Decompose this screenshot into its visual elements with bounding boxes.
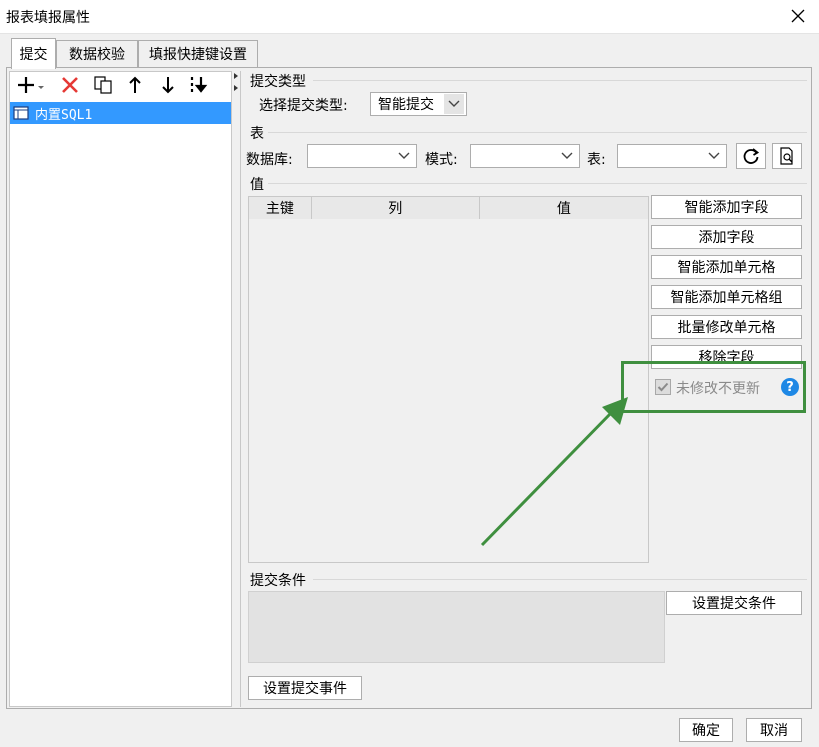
chevron-down-icon xyxy=(557,146,577,166)
condition-group-label: 提交条件 xyxy=(250,573,306,589)
chevron-down-icon xyxy=(444,94,464,114)
refresh-icon xyxy=(742,147,760,165)
move-down-icon[interactable] xyxy=(157,74,179,96)
group-separator xyxy=(313,80,807,81)
database-select[interactable] xyxy=(307,144,417,168)
column-header-primary-key[interactable]: 主键 xyxy=(249,197,312,219)
move-up-icon[interactable] xyxy=(124,74,146,96)
set-event-button[interactable]: 设置提交事件 xyxy=(248,676,362,700)
field-table-header: 主键 列 值 xyxy=(248,196,649,220)
refresh-button[interactable] xyxy=(736,143,766,169)
chevron-down-icon xyxy=(704,146,724,166)
sql-list-panel xyxy=(9,71,232,707)
submit-type-select[interactable]: 智能提交 xyxy=(370,92,467,116)
panel-splitter[interactable] xyxy=(233,71,240,707)
tab-submit[interactable]: 提交 xyxy=(11,38,56,69)
add-field-button[interactable]: 添加字段 xyxy=(651,225,802,249)
submit-type-label: 选择提交类型: xyxy=(259,98,348,114)
panel-divider xyxy=(240,71,241,707)
value-group-label: 值 xyxy=(250,177,264,193)
smart-add-field-button[interactable]: 智能添加字段 xyxy=(651,195,802,219)
table-group-label: 表 xyxy=(250,126,264,142)
smart-add-cell-button[interactable]: 智能添加单元格 xyxy=(651,255,802,279)
chevron-down-icon xyxy=(394,146,414,166)
group-separator xyxy=(268,183,807,184)
add-dropdown-icon[interactable] xyxy=(16,74,46,96)
column-header-value[interactable]: 值 xyxy=(480,197,648,219)
batch-modify-cell-button[interactable]: 批量修改单元格 xyxy=(651,315,802,339)
list-item-label: 内置SQL1 xyxy=(35,107,93,123)
schema-label: 模式: xyxy=(425,152,458,168)
table-select[interactable] xyxy=(617,144,727,168)
tab-data-validation[interactable]: 数据校验 xyxy=(56,40,138,67)
preview-icon xyxy=(778,147,796,165)
move-bottom-icon[interactable] xyxy=(188,74,210,96)
table-label: 表: xyxy=(587,152,606,168)
list-item-sql1[interactable]: 内置SQL1 xyxy=(10,102,231,124)
copy-icon[interactable] xyxy=(92,74,114,96)
highlight-box xyxy=(621,361,806,413)
submit-type-group-label: 提交类型 xyxy=(250,74,306,90)
schema-select[interactable] xyxy=(470,144,580,168)
ok-button[interactable]: 确定 xyxy=(679,718,733,742)
close-icon[interactable] xyxy=(786,4,810,28)
field-table-body[interactable] xyxy=(248,219,649,563)
database-label: 数据库: xyxy=(246,152,293,168)
database-icon xyxy=(13,106,29,120)
title-bar xyxy=(0,0,819,34)
submit-type-value: 智能提交 xyxy=(378,97,434,113)
group-separator xyxy=(313,579,807,580)
group-separator xyxy=(268,132,807,133)
smart-add-cell-group-button[interactable]: 智能添加单元格组 xyxy=(651,285,802,309)
window-title: 报表填报属性 xyxy=(6,10,90,26)
tab-shortcut-settings[interactable]: 填报快捷键设置 xyxy=(138,40,258,67)
condition-display xyxy=(248,591,665,663)
set-condition-button[interactable]: 设置提交条件 xyxy=(666,591,802,615)
preview-table-button[interactable] xyxy=(772,143,802,169)
column-header-column[interactable]: 列 xyxy=(312,197,480,219)
cancel-button[interactable]: 取消 xyxy=(746,718,802,742)
delete-icon[interactable] xyxy=(59,74,81,96)
